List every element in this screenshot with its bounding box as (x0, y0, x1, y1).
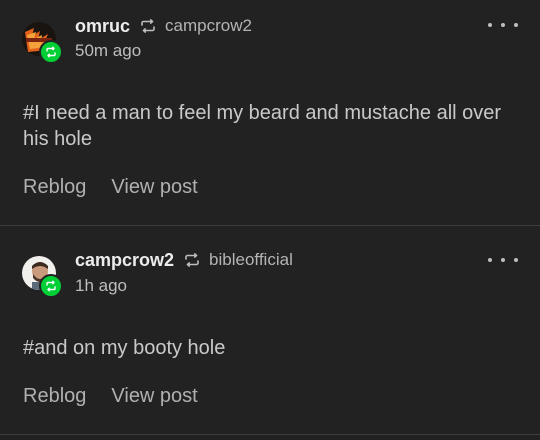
post-timestamp: 1h ago (75, 276, 127, 295)
avatar[interactable] (22, 22, 63, 64)
post-timestamp: 50m ago (75, 41, 142, 60)
reblog-icon (46, 280, 56, 292)
divider (0, 434, 540, 435)
reblogged-from[interactable]: bibleofficial (209, 250, 293, 270)
reblog-button[interactable]: Reblog (23, 385, 86, 408)
post-username[interactable]: omruc (75, 16, 130, 37)
ellipsis-icon[interactable] (488, 253, 518, 267)
post-header: campcrow2 bibleofficial (75, 248, 480, 272)
post-card: campcrow2 bibleofficial 1h ago #and on m… (0, 226, 540, 434)
reblog-badge (39, 274, 63, 298)
post-body: #and on my booty hole (23, 337, 226, 359)
post-body: #I need a man to feel my beard and musta… (23, 102, 502, 150)
activity-feed: omruc campcrow2 50m ago #I need a man to… (0, 0, 540, 440)
post-actions: Reblog View post (23, 385, 223, 408)
reblog-icon (184, 253, 200, 267)
view-post-button[interactable]: View post (111, 385, 197, 408)
reblog-badge (39, 40, 63, 64)
reblogged-from[interactable]: campcrow2 (165, 16, 252, 36)
reblog-icon (140, 19, 156, 33)
reblog-icon (46, 46, 56, 58)
post-username[interactable]: campcrow2 (75, 250, 174, 271)
post-header: omruc campcrow2 (75, 14, 480, 38)
ellipsis-icon[interactable] (488, 18, 518, 32)
view-post-button[interactable]: View post (111, 176, 197, 199)
post-card: omruc campcrow2 50m ago #I need a man to… (0, 0, 540, 225)
post-actions: Reblog View post (23, 176, 223, 199)
avatar[interactable] (22, 256, 63, 298)
reblog-button[interactable]: Reblog (23, 176, 86, 199)
